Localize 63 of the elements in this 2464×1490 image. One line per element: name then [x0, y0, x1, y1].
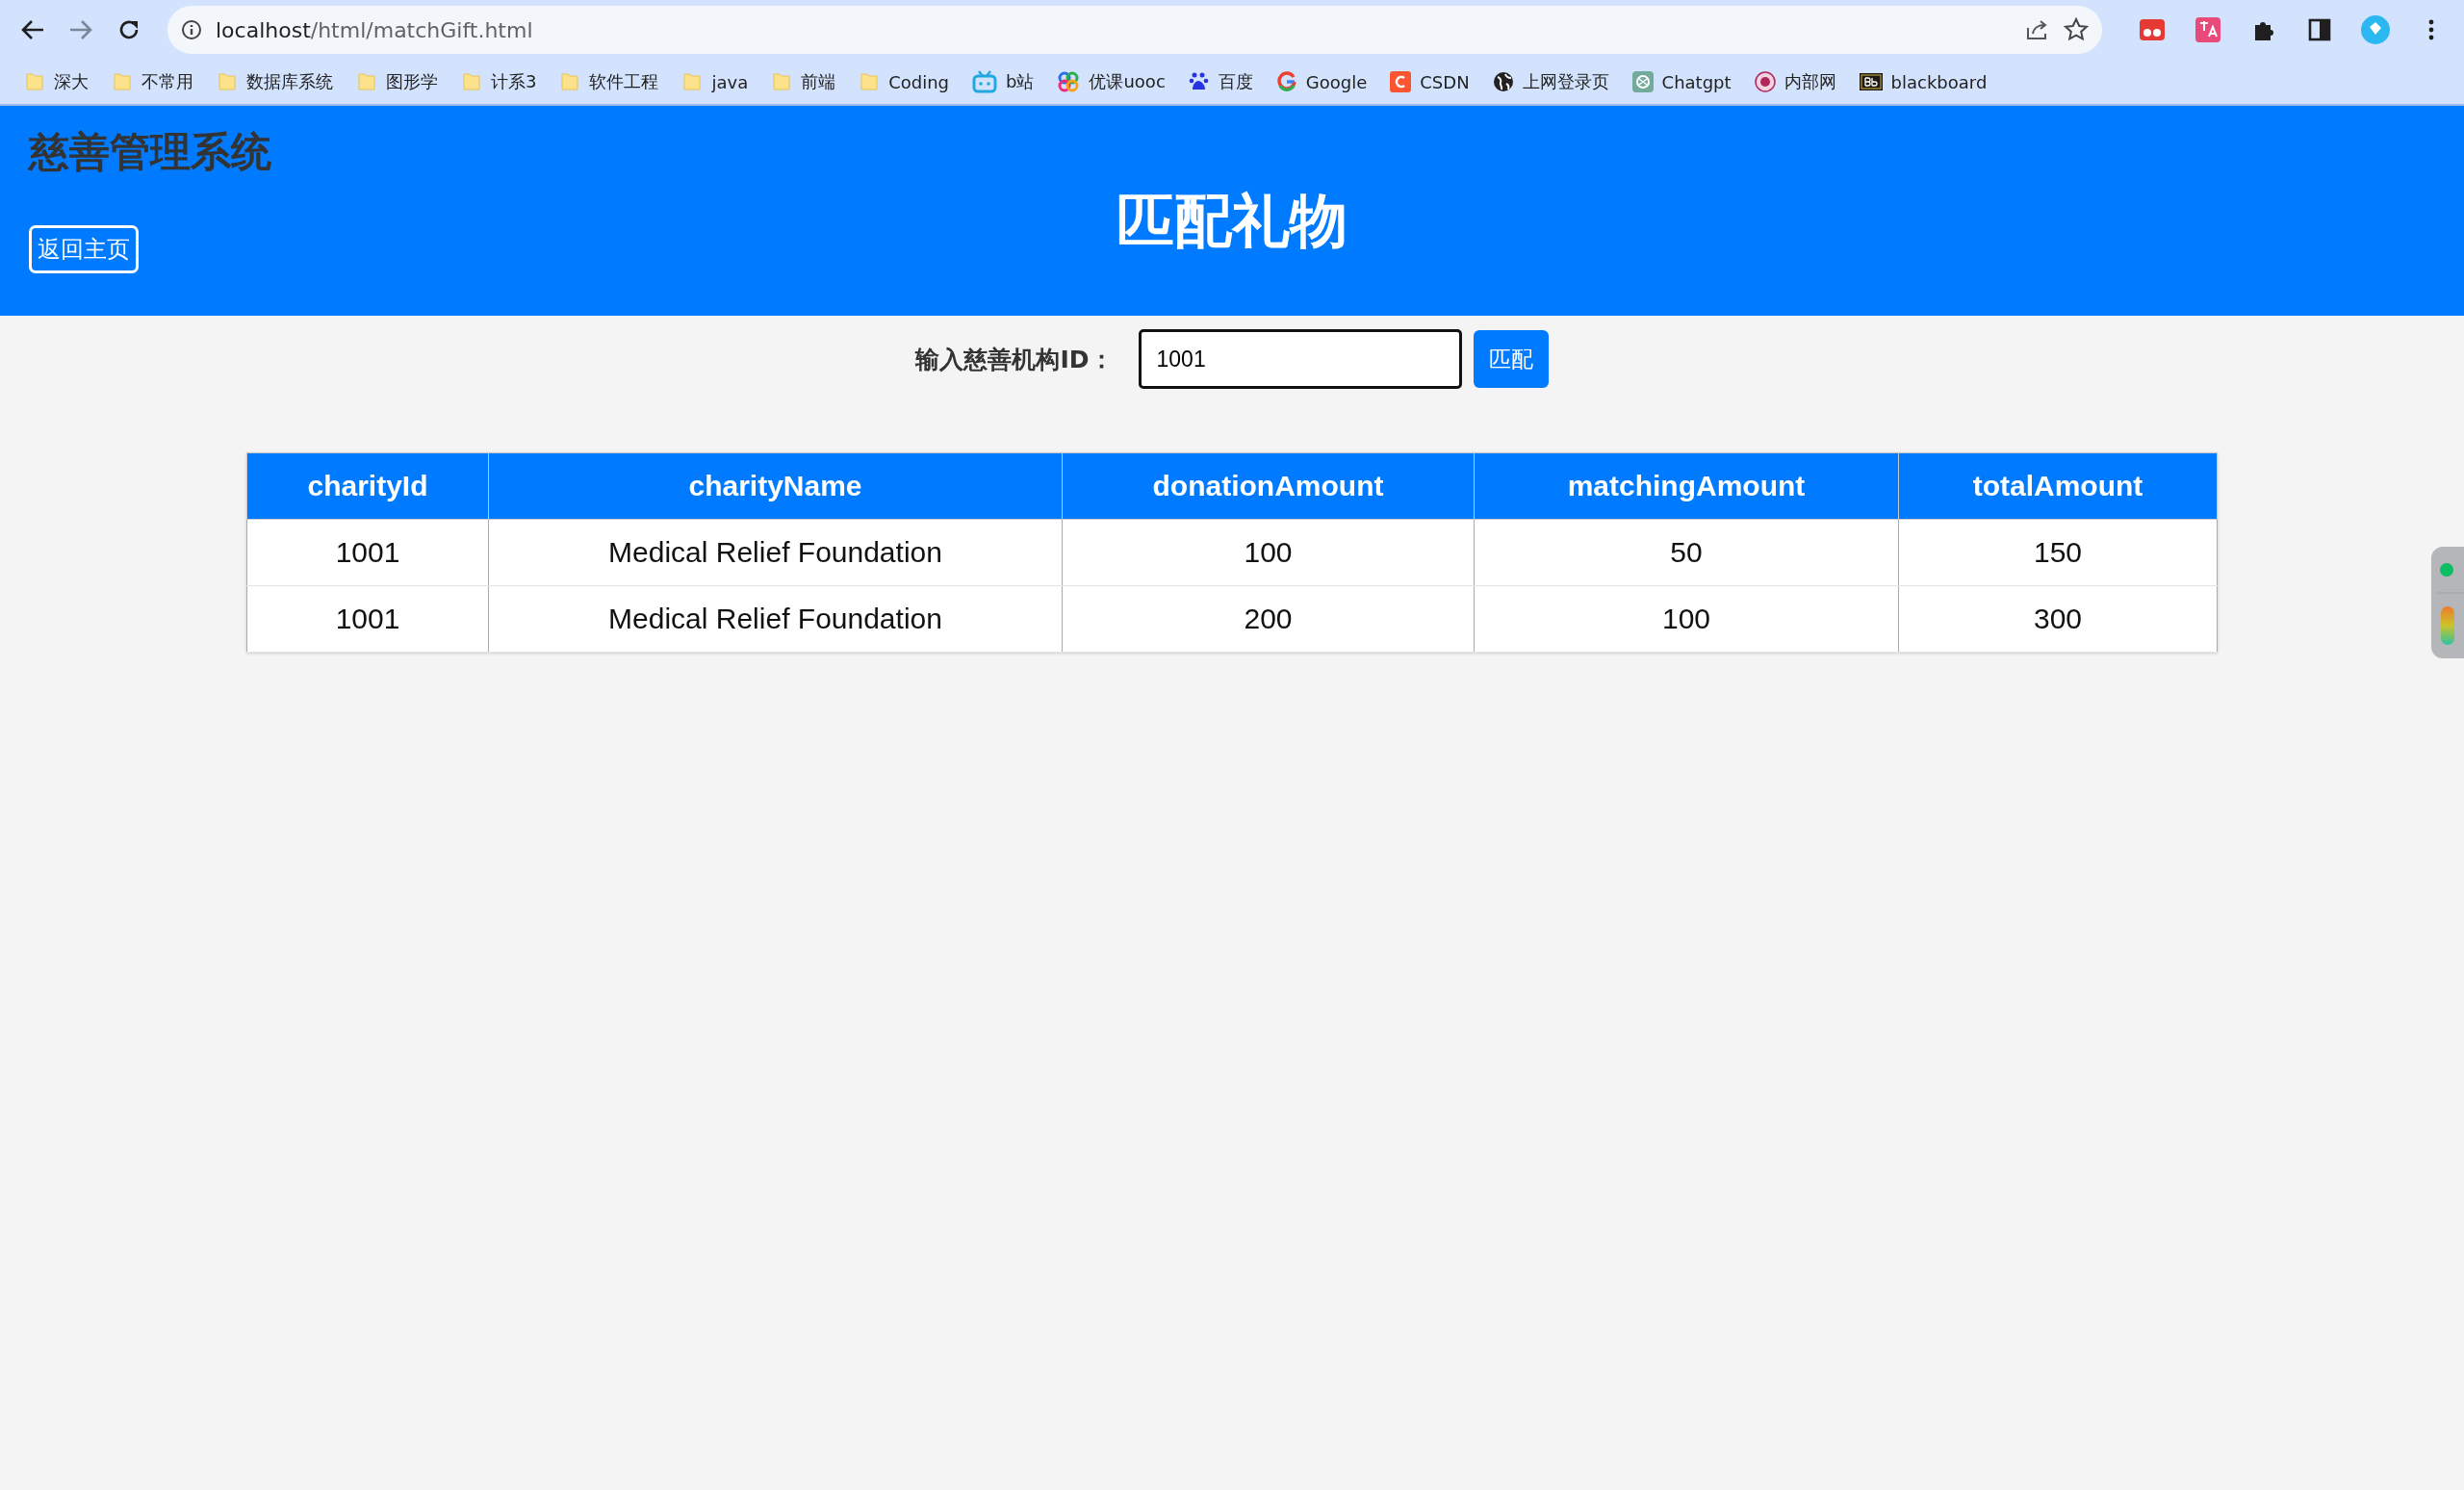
c-logo-icon — [1390, 71, 1412, 92]
bookmark[interactable]: 计系3 — [452, 66, 546, 97]
seal-icon — [1754, 71, 1776, 92]
bookmark[interactable]: CSDN — [1381, 67, 1478, 96]
column-header: matchingAmount — [1474, 452, 1899, 520]
bookmark[interactable]: 数据库系统 — [208, 66, 342, 97]
bookmark[interactable]: Chatgpt — [1623, 67, 1740, 96]
bookmark[interactable]: 优课uooc — [1048, 66, 1174, 97]
table-cell: Medical Relief Foundation — [488, 585, 1063, 653]
table-cell: 150 — [1898, 519, 2218, 586]
table-cell: 50 — [1474, 519, 1899, 586]
table-cell: 1001 — [246, 519, 489, 586]
bookmark[interactable]: Coding — [850, 67, 958, 96]
bookmark[interactable]: java — [673, 67, 757, 96]
bookmark[interactable]: 前端 — [762, 66, 845, 97]
bookmark[interactable]: 上网登录页 — [1483, 66, 1618, 97]
column-header: totalAmount — [1898, 452, 2218, 520]
folder-icon — [559, 71, 581, 92]
bb-logo-icon — [1859, 73, 1883, 90]
url-text: localhost/html/matchGift.html — [216, 17, 534, 42]
folder-icon — [771, 71, 793, 92]
table-cell: 300 — [1898, 585, 2218, 653]
system-title: 慈善管理系统 — [29, 127, 271, 177]
bookmark[interactable]: 深大 — [15, 66, 97, 97]
globe-icon — [1492, 71, 1514, 92]
table-cell: Medical Relief Foundation — [488, 519, 1063, 586]
folder-icon — [217, 71, 238, 92]
column-header: charityName — [488, 452, 1063, 520]
folder-icon — [24, 71, 45, 92]
forward-arrow-icon[interactable] — [68, 18, 93, 41]
folder-icon — [112, 71, 133, 92]
folder-icon — [356, 71, 377, 92]
bookmark[interactable]: b站 — [963, 66, 1043, 97]
reload-icon[interactable] — [117, 18, 141, 41]
table-cell: 200 — [1062, 585, 1475, 653]
column-header: donationAmount — [1062, 452, 1475, 520]
bookmark[interactable]: blackboard — [1850, 67, 1996, 96]
rings-icon — [1057, 70, 1081, 93]
back-home-button[interactable]: 返回主页 — [29, 225, 139, 273]
star-icon[interactable] — [2064, 17, 2089, 42]
bookmark[interactable]: 软件工程 — [551, 66, 668, 97]
folder-icon — [859, 71, 881, 92]
charity-id-label: 输入慈善机构ID： — [915, 344, 1114, 375]
page-title: 匹配礼物 — [1116, 187, 1348, 254]
bookmark[interactable]: 内部网 — [1745, 66, 1845, 97]
bookmark[interactable]: Google — [1267, 67, 1376, 96]
tv-icon — [972, 70, 997, 93]
column-header: charityId — [246, 452, 489, 520]
g-logo-icon — [1275, 71, 1297, 92]
charity-id-field[interactable]: 1001 — [1138, 329, 1462, 389]
bookmark[interactable]: 图形学 — [347, 66, 447, 97]
bookmark[interactable]: 不常用 — [103, 66, 202, 97]
match-button[interactable]: 匹配 — [1473, 330, 1549, 388]
table-cell: 100 — [1474, 585, 1899, 653]
folder-icon — [461, 71, 482, 92]
bookmark[interactable]: 百度 — [1179, 66, 1262, 97]
back-arrow-icon[interactable] — [20, 18, 45, 41]
address-bar[interactable]: localhost/html/matchGift.html — [167, 6, 2102, 54]
info-icon — [181, 19, 202, 40]
table-cell: 1001 — [246, 585, 489, 653]
table-cell: 100 — [1062, 519, 1475, 586]
knot-icon — [1631, 71, 1654, 92]
folder-icon — [681, 71, 704, 92]
